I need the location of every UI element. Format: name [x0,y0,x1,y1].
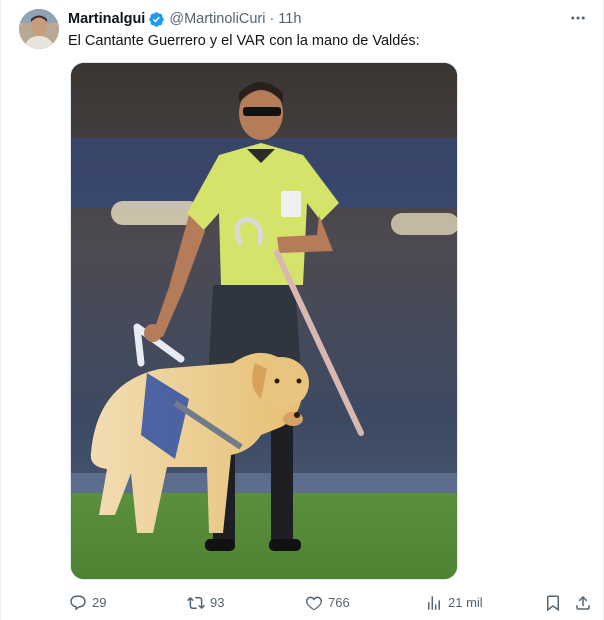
share-button[interactable] [574,590,592,616]
action-bar: 29 93 766 21 mil [1,590,604,616]
retweet-button[interactable]: 93 [187,590,224,616]
more-icon[interactable] [567,8,589,28]
verified-badge-icon [149,11,165,27]
avatar[interactable] [19,9,59,49]
views-icon [428,596,440,610]
like-count: 766 [328,595,350,610]
author-name[interactable]: Martinalgui [68,11,145,27]
reply-icon [70,595,86,611]
avatar-image [19,9,59,49]
tweet-card: Martinalgui @MartinoliCuri · 11h El Cant… [0,0,604,620]
views-count: 21 mil [448,595,483,610]
like-icon [306,596,322,611]
author-handle[interactable]: @MartinoliCuri [169,11,265,27]
reply-button[interactable]: 29 [69,590,106,616]
views-button[interactable]: 21 mil [425,590,483,616]
photo-illustration [71,63,457,579]
like-button[interactable]: 766 [305,590,350,616]
share-icon [576,595,590,610]
timestamp[interactable]: 11h [278,11,301,27]
reply-count: 29 [92,595,107,610]
retweet-count: 93 [210,595,225,610]
bookmark-icon [547,595,559,612]
separator-dot: · [269,11,275,27]
tweet-header: Martinalgui @MartinoliCuri · 11h [68,10,301,28]
bookmark-button[interactable] [544,590,562,616]
tweet-photo[interactable] [70,62,458,580]
tweet-text: El Cantante Guerrero y el VAR con la man… [68,33,420,49]
retweet-icon [187,596,205,610]
